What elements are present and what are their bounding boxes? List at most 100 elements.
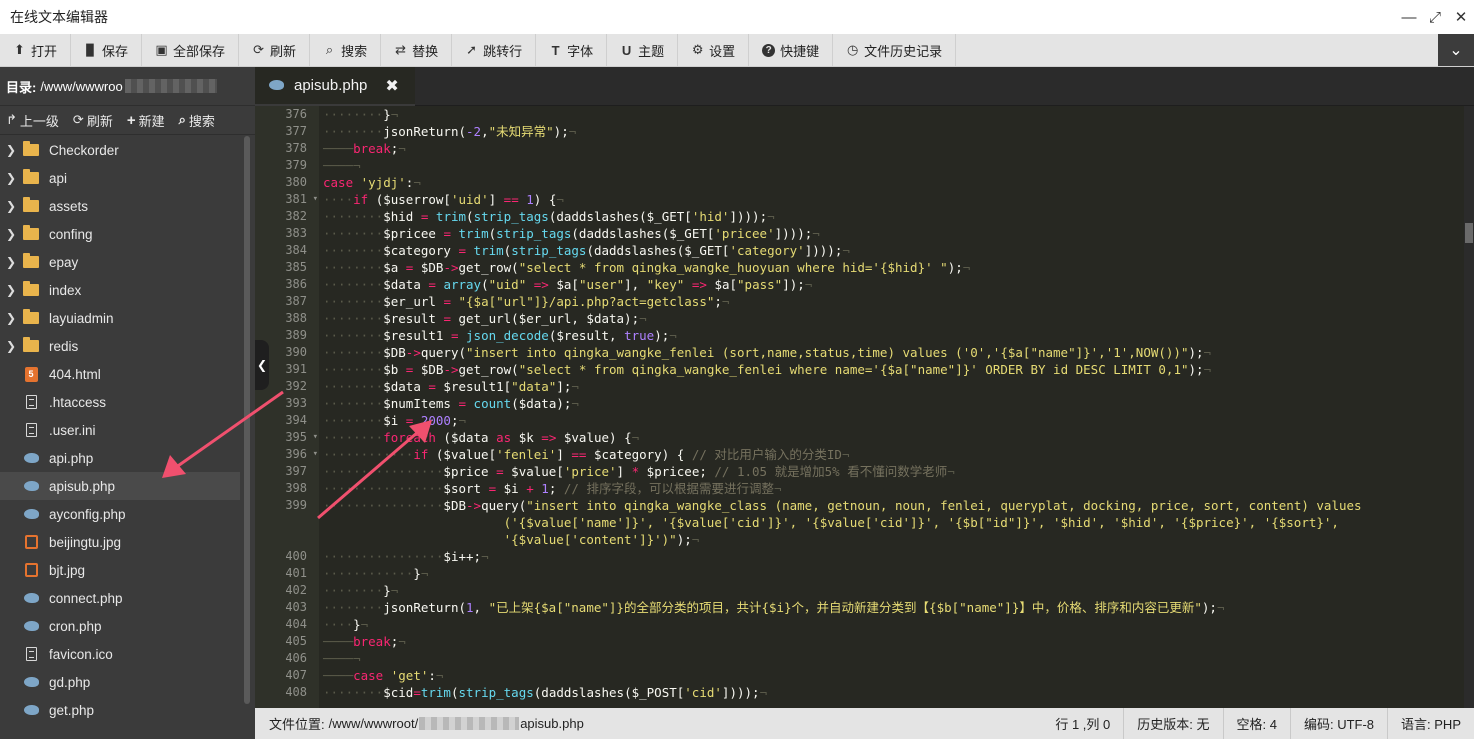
- file-item[interactable]: bjt.jpg: [0, 556, 244, 584]
- theme-icon: U: [621, 42, 632, 58]
- save-all-button[interactable]: ▣ 全部保存: [142, 34, 240, 66]
- file-item[interactable]: gd.php: [0, 668, 244, 696]
- file-name: ayconfig.php: [49, 506, 126, 522]
- file-name: connect.php: [49, 590, 123, 606]
- font-button[interactable]: T 字体: [536, 34, 608, 66]
- parent-dir-button[interactable]: ↱ 上一级: [6, 111, 59, 130]
- settings-button[interactable]: ⚙ 设置: [678, 34, 750, 66]
- file-item[interactable]: beijingtu.jpg: [0, 528, 244, 556]
- encoding-setting[interactable]: 编码: UTF-8: [1289, 708, 1387, 739]
- shortcuts-button[interactable]: ? 快捷键: [749, 34, 834, 66]
- cursor-position[interactable]: 行 1 ,列 0: [1042, 708, 1123, 739]
- code-line: ········$result1 = json_decode($result, …: [323, 328, 677, 343]
- chevron-right-icon: ❯: [5, 199, 17, 213]
- line-number: 384: [285, 243, 307, 257]
- editor-scrollbar[interactable]: [1464, 106, 1474, 708]
- search-button[interactable]: ⌕ 搜索: [310, 34, 382, 66]
- close-tab-icon[interactable]: ✖: [385, 76, 398, 96]
- open-button[interactable]: ⬆ 打开: [0, 34, 72, 66]
- file-item[interactable]: ❯ index: [0, 276, 244, 304]
- close-button[interactable]: ✕: [1448, 0, 1474, 34]
- redacted-path: [419, 717, 520, 730]
- line-number: 381: [255, 191, 319, 208]
- file-item[interactable]: cron.php: [0, 612, 244, 640]
- code-area[interactable]: ········}¬ ········jsonReturn(-2,"未知异常")…: [319, 106, 1464, 708]
- code-line: ('{$value['name']}', '{$value['cid']}', …: [323, 515, 1339, 530]
- code-line: ················$sort = $i + 1; // 排序字段，…: [323, 481, 782, 496]
- sidebar-scrollbar[interactable]: [244, 136, 250, 704]
- file-item[interactable]: favicon.ico: [0, 640, 244, 668]
- search-icon: ⌕: [178, 112, 186, 127]
- file-item[interactable]: ❯ redis: [0, 332, 244, 360]
- file-location-prefix: /www/wwwroot/: [328, 716, 419, 731]
- file-item[interactable]: ❯ assets: [0, 192, 244, 220]
- file-item[interactable]: api.php: [0, 444, 244, 472]
- file-item[interactable]: .htaccess: [0, 388, 244, 416]
- theme-button[interactable]: U 主题: [607, 34, 679, 66]
- file-item[interactable]: ❯ confing: [0, 220, 244, 248]
- file-name: api.php: [49, 450, 94, 466]
- tab-apisub[interactable]: apisub.php ✖: [255, 67, 415, 106]
- line-number: 385: [285, 260, 307, 274]
- file-name: Checkorder: [49, 142, 119, 158]
- code-line: ········$er_url = "{$a["url"]}/api.php?a…: [323, 294, 730, 309]
- code-line: ········$i = 2000;¬: [323, 413, 467, 428]
- code-line: ················$i++;¬: [323, 549, 489, 564]
- file-item[interactable]: ayconfig.php: [0, 500, 244, 528]
- chevron-right-icon: ❯: [5, 339, 17, 353]
- goto-line-button[interactable]: ➚ 跳转行: [452, 34, 537, 66]
- scroll-thumb[interactable]: [1465, 223, 1473, 243]
- code-editor[interactable]: 376 377 378 379 380 381382 383 384 385 386 387 388 3…: [255, 106, 1474, 708]
- upload-icon: ⬆: [14, 42, 25, 57]
- new-file-button[interactable]: + 新建: [127, 111, 165, 130]
- php-file-icon: [22, 621, 40, 631]
- gear-icon: ⚙: [691, 42, 704, 57]
- directory-label: 目录:: [6, 79, 37, 95]
- html-file-icon: 5: [22, 366, 40, 382]
- file-name: favicon.ico: [49, 646, 113, 662]
- file-name: layuiadmin: [49, 310, 114, 326]
- line-number: 378: [285, 141, 307, 155]
- indent-setting[interactable]: 空格: 4: [1222, 708, 1290, 739]
- file-item[interactable]: get.php: [0, 696, 244, 724]
- code-line: ········jsonReturn(1, "已上架{$a["name"]}的全…: [323, 600, 1225, 615]
- maximize-button[interactable]: ⤢: [1422, 0, 1448, 34]
- file-location-label: 文件位置:: [269, 717, 325, 732]
- redacted-path: [124, 79, 217, 93]
- file-item[interactable]: connect.php: [0, 584, 244, 612]
- line-number: 407: [285, 668, 307, 682]
- chevron-left-icon[interactable]: ❮: [255, 340, 269, 390]
- save-button[interactable]: ▉ 保存: [71, 34, 143, 66]
- file-item[interactable]: ❯ layuiadmin: [0, 304, 244, 332]
- refresh-button[interactable]: ⟳ 刷新: [239, 34, 311, 66]
- file-item[interactable]: .user.ini: [0, 416, 244, 444]
- history-version[interactable]: 历史版本: 无: [1123, 708, 1222, 739]
- refresh-icon: ⟳: [72, 112, 84, 127]
- line-number: 394: [285, 413, 307, 427]
- file-item[interactable]: apisub.php: [0, 472, 240, 500]
- sidebar-refresh-button[interactable]: ⟳ 刷新: [73, 111, 113, 130]
- code-line: ········$pricee = trim(strip_tags(daddsl…: [323, 226, 820, 241]
- code-line: ····}¬: [323, 617, 369, 632]
- chevron-down-icon[interactable]: ⌄: [1438, 34, 1474, 66]
- file-item[interactable]: ❯ Checkorder: [0, 136, 244, 164]
- php-file-icon: [22, 593, 40, 603]
- replace-button[interactable]: ⇄ 替换: [381, 34, 453, 66]
- line-number: 380: [285, 175, 307, 189]
- code-line: ────case 'get':¬: [323, 668, 444, 683]
- php-file-icon: [22, 705, 40, 715]
- file-name: beijingtu.jpg: [49, 534, 122, 550]
- line-number: 396: [255, 446, 319, 463]
- language-setting[interactable]: 语言: PHP: [1387, 708, 1474, 739]
- sidebar-search-button[interactable]: ⌕ 搜索: [179, 111, 215, 130]
- file-item[interactable]: 5 404.html: [0, 360, 244, 388]
- file-icon: [22, 423, 40, 437]
- plus-icon: +: [126, 111, 136, 129]
- file-history-button[interactable]: ◷ 文件历史记录: [833, 34, 957, 66]
- save-all-label: 全部保存: [173, 43, 226, 59]
- chevron-right-icon: ❯: [5, 283, 17, 297]
- file-item[interactable]: ❯ epay: [0, 248, 244, 276]
- code-line: ········$data = array("uid" => $a["user"…: [323, 277, 813, 292]
- file-item[interactable]: ❯ api: [0, 164, 244, 192]
- minimize-button[interactable]: —: [1396, 0, 1422, 34]
